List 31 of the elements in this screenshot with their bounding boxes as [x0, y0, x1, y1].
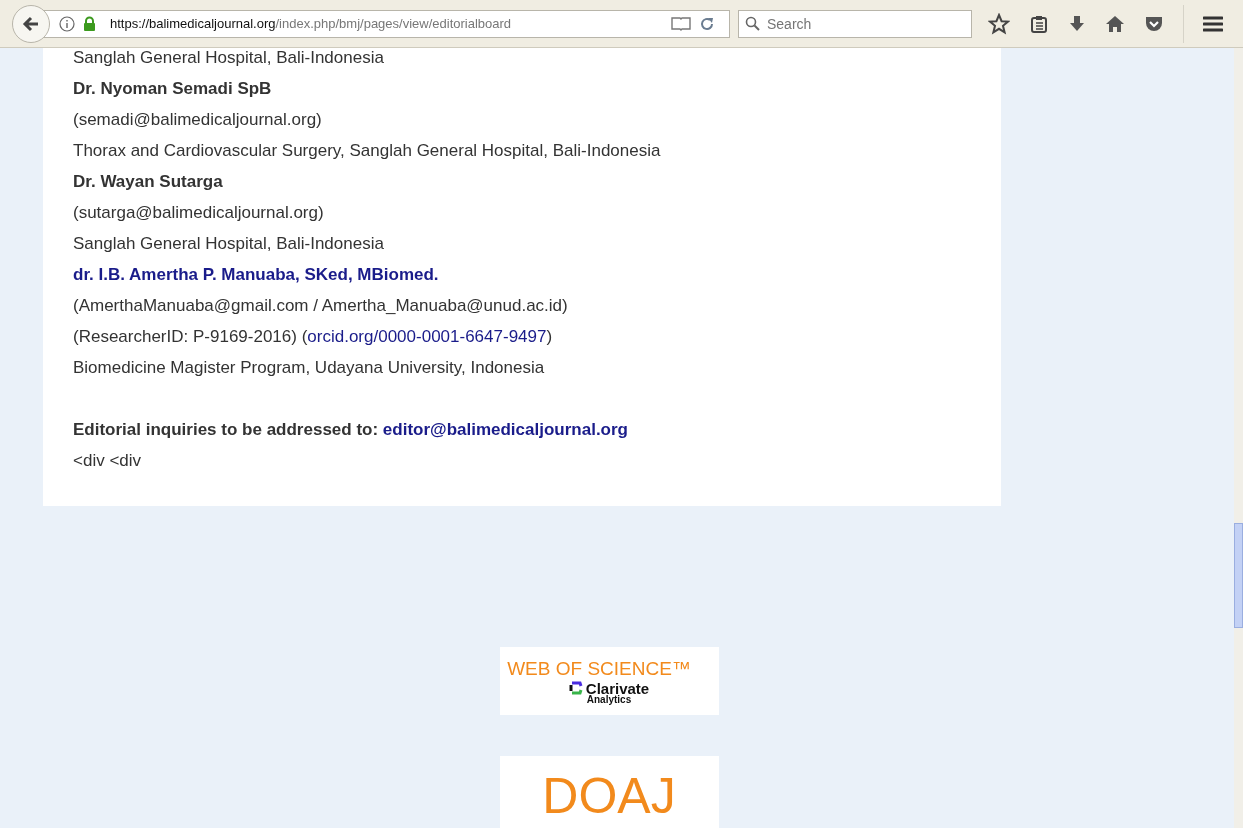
home-icon[interactable] — [1105, 13, 1125, 34]
text-line: Thorax and Cardiovascular Surgery, Sanglah General Hospital, Bali-Indonesia — [73, 140, 662, 162]
search-field[interactable]: Search — [738, 9, 972, 38]
reload-icon[interactable] — [699, 15, 715, 32]
reader-view-icon[interactable] — [671, 15, 691, 32]
text-line: (AmerthaManuaba@gmail.com / Amertha_Manuaba@unud.ac.id) — [73, 295, 569, 317]
web-of-science-logo[interactable]: WEB OF SCIENCE™ Clarivate Analytics — [499, 647, 719, 715]
url-text[interactable]: https://balimedicaljournal.org/index.php/bmj/pages/view/editorialboard — [110, 16, 663, 31]
email-link[interactable]: editor@balimedicaljournal.org — [382, 420, 628, 439]
text-line: (semadi@balimedicaljournal.org) — [73, 109, 323, 131]
text-line: Sanglah General Hospital, Bali-Indonesia — [73, 48, 385, 69]
member-name: Dr. Nyoman Semadi SpB — [73, 78, 273, 100]
text-line: Sanglah General Hospital, Bali-Indonesia — [73, 233, 385, 255]
back-arrow-icon — [22, 14, 40, 33]
menu-icon[interactable] — [1203, 14, 1223, 33]
member-name-link[interactable]: dr. I.B. Amertha P. Manuaba, SKed, MBiomed. — [73, 259, 971, 290]
back-button[interactable] — [12, 4, 50, 43]
lock-icon — [83, 16, 96, 31]
pocket-icon[interactable] — [1144, 14, 1164, 33]
member-name: Dr. Wayan Sutarga — [73, 171, 224, 193]
text-line: (sutarga@balimedicaljournal.org) — [73, 202, 325, 224]
orcid-link[interactable]: orcid.org/0000-0001-6647-9497 — [307, 327, 547, 346]
text-line: Biomedicine Magister Program, Udayana University, Indonesia — [73, 357, 546, 379]
text-line: <div <div — [73, 450, 143, 472]
search-icon — [745, 15, 761, 32]
scrollbar[interactable] — [1234, 48, 1243, 828]
bookmark-star-icon[interactable] — [988, 12, 1010, 35]
text-line: (ResearcherID: P-9169-2016) (orcid.org/0000-0001-6647-9497) — [73, 326, 554, 348]
info-icon[interactable] — [59, 15, 75, 32]
inquiries-text: Editorial inquiries to be addressed to: editor@balimedicaljournal.org — [73, 419, 629, 441]
clipboard-icon[interactable] — [1029, 13, 1049, 34]
